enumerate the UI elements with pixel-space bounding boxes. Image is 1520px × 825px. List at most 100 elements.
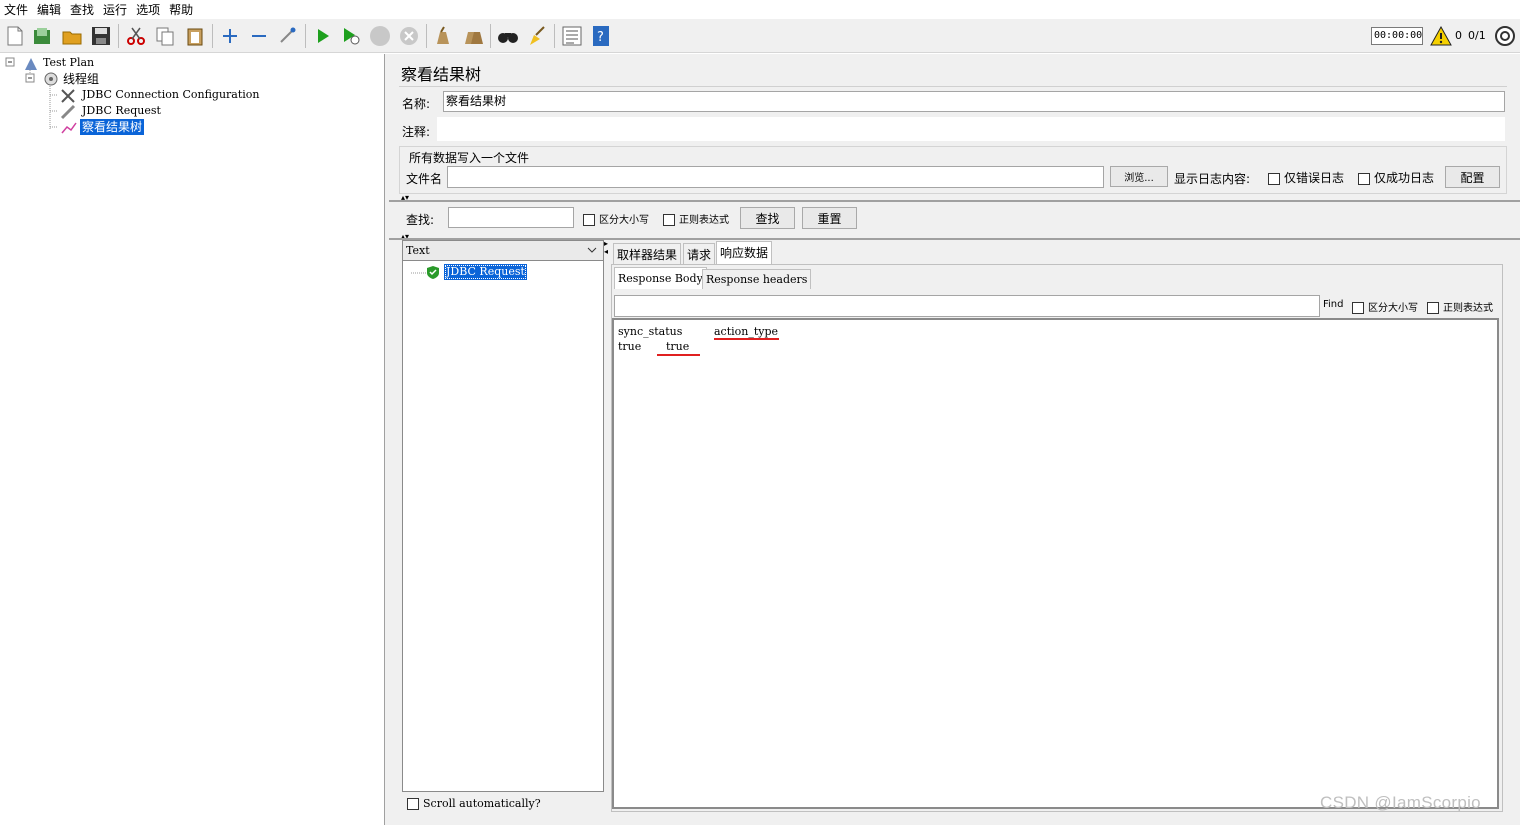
test-plan-tree: Test Plan 线程组 JDBC Connection Configurat…: [0, 54, 385, 825]
browse-button[interactable]: 浏览...: [1110, 166, 1168, 187]
reset-button[interactable]: 重置: [802, 207, 857, 229]
column-sync-status: sync_status: [618, 325, 683, 338]
renderer-value: Text: [406, 244, 430, 257]
search-case-option[interactable]: 区分大小写: [583, 211, 649, 226]
search-icon[interactable]: [497, 25, 519, 47]
errors-only-label: 仅错误日志: [1284, 171, 1345, 185]
remote-status-icon: [1494, 25, 1516, 47]
panel-title: 察看结果树: [399, 63, 1507, 87]
collapse-icon[interactable]: [248, 25, 270, 47]
response-case-label: 区分大小写: [1368, 303, 1418, 314]
test-plan-icon: [23, 57, 39, 74]
expand-icon[interactable]: [219, 25, 241, 47]
elapsed-timer: 00:00:00: [1371, 27, 1423, 45]
toggle-icon[interactable]: [277, 25, 299, 47]
response-find-label: Find: [1323, 299, 1344, 310]
templates-icon[interactable]: [31, 25, 53, 47]
renderer-select[interactable]: Text: [403, 241, 603, 261]
stop-icon[interactable]: [369, 25, 391, 47]
response-case-option[interactable]: 区分大小写: [1352, 299, 1418, 314]
svg-text:?: ?: [597, 30, 604, 45]
help-icon[interactable]: ?: [590, 25, 612, 47]
errors-only-option[interactable]: 仅错误日志: [1268, 169, 1344, 186]
scroll-auto-option[interactable]: Scroll automatically?: [407, 797, 541, 810]
result-item-jdbc-request[interactable]: JDBC Request: [444, 264, 527, 280]
menu-search[interactable]: 查找: [70, 1, 94, 18]
menu-edit[interactable]: 编辑: [37, 1, 61, 18]
tree-item-jdbc-config[interactable]: JDBC Connection Configuration: [82, 87, 260, 103]
search-case-checkbox[interactable]: [583, 214, 595, 226]
tree-item-test-plan[interactable]: Test Plan: [43, 55, 94, 71]
search-regex-option[interactable]: 正则表达式: [663, 211, 729, 226]
warning-icon[interactable]: [1430, 25, 1452, 47]
success-only-label: 仅成功日志: [1374, 171, 1435, 185]
comment-label: 注释:: [402, 125, 431, 139]
save-icon[interactable]: [90, 25, 112, 47]
clear-all-icon[interactable]: [462, 25, 484, 47]
search-regex-label: 正则表达式: [679, 215, 729, 226]
copy-icon[interactable]: [154, 25, 176, 47]
tab-request[interactable]: 请求: [683, 243, 716, 265]
split-arrows-icon[interactable]: ▸ ◂: [604, 240, 608, 256]
find-button[interactable]: 查找: [740, 207, 795, 229]
subtab-response-body[interactable]: Response Body: [614, 267, 707, 289]
tree-item-listener-selected[interactable]: 察看结果树: [80, 119, 145, 135]
toolbar-separator: [118, 24, 119, 48]
annotation-underline: [657, 354, 700, 356]
log-content-label: 显示日志内容:: [1174, 172, 1251, 186]
success-shield-icon: [426, 265, 440, 283]
errors-only-checkbox[interactable]: [1268, 172, 1280, 185]
response-regex-checkbox[interactable]: [1427, 302, 1439, 314]
scroll-auto-checkbox[interactable]: [407, 798, 419, 810]
response-regex-label: 正则表达式: [1443, 303, 1493, 314]
menu-help[interactable]: 帮助: [169, 1, 193, 18]
response-case-checkbox[interactable]: [1352, 302, 1364, 314]
name-input[interactable]: 察看结果树: [443, 91, 1505, 112]
toolbar-separator: [305, 24, 306, 48]
paste-icon[interactable]: [184, 25, 206, 47]
result-tree: Text JDBC Request: [402, 240, 604, 792]
toolbar: ? 00:00:00 0 0/1: [0, 19, 1520, 53]
file-section-title: 所有数据写入一个文件: [409, 151, 530, 165]
active-threads: 0/1: [1468, 29, 1486, 42]
value-action-type: true: [666, 340, 690, 353]
toolbar-separator: [426, 24, 427, 48]
watermark: CSDN @IamScorpio: [1320, 793, 1481, 812]
subtab-response-headers[interactable]: Response headers: [702, 269, 812, 289]
configure-button[interactable]: 配置: [1445, 166, 1500, 188]
cut-icon[interactable]: [125, 25, 147, 47]
start-icon[interactable]: [312, 25, 334, 47]
menu-run[interactable]: 运行: [103, 1, 127, 18]
search-label: 查找:: [406, 213, 435, 227]
response-regex-option[interactable]: 正则表达式: [1427, 299, 1493, 314]
new-icon[interactable]: [4, 25, 26, 47]
comment-input[interactable]: [437, 117, 1505, 141]
reset-search-icon[interactable]: [526, 25, 548, 47]
start-no-pauses-icon[interactable]: [340, 25, 362, 47]
filename-input[interactable]: [447, 166, 1104, 188]
function-helper-icon[interactable]: [561, 25, 583, 47]
tab-response-data[interactable]: 响应数据: [716, 241, 773, 265]
scroll-auto-label: Scroll automatically?: [423, 797, 541, 810]
search-regex-checkbox[interactable]: [663, 214, 675, 226]
success-only-checkbox[interactable]: [1358, 172, 1370, 185]
tree-item-thread-group[interactable]: 线程组: [63, 71, 99, 87]
response-find-input[interactable]: [614, 295, 1320, 317]
name-label: 名称:: [402, 97, 431, 111]
menu-file[interactable]: 文件: [4, 1, 28, 18]
listener-icon: [60, 121, 78, 138]
open-icon[interactable]: [61, 25, 83, 47]
tab-sampler-result[interactable]: 取样器结果: [613, 243, 682, 265]
clear-icon[interactable]: [432, 25, 454, 47]
listener-panel: 察看结果树 名称: 察看结果树 注释: 所有数据写入一个文件 文件名 浏览...…: [389, 54, 1520, 825]
response-body-text[interactable]: sync_status action_type true true: [612, 318, 1499, 809]
search-input[interactable]: [448, 207, 574, 228]
tree-item-jdbc-request[interactable]: JDBC Request: [82, 103, 161, 119]
warning-count: 0: [1455, 29, 1462, 42]
column-action-type: action_type: [714, 325, 779, 338]
success-only-option[interactable]: 仅成功日志: [1358, 169, 1434, 186]
menu-options[interactable]: 选项: [136, 1, 160, 18]
search-case-label: 区分大小写: [599, 215, 649, 226]
shutdown-icon[interactable]: [398, 25, 420, 47]
section-divider: [389, 200, 1520, 202]
